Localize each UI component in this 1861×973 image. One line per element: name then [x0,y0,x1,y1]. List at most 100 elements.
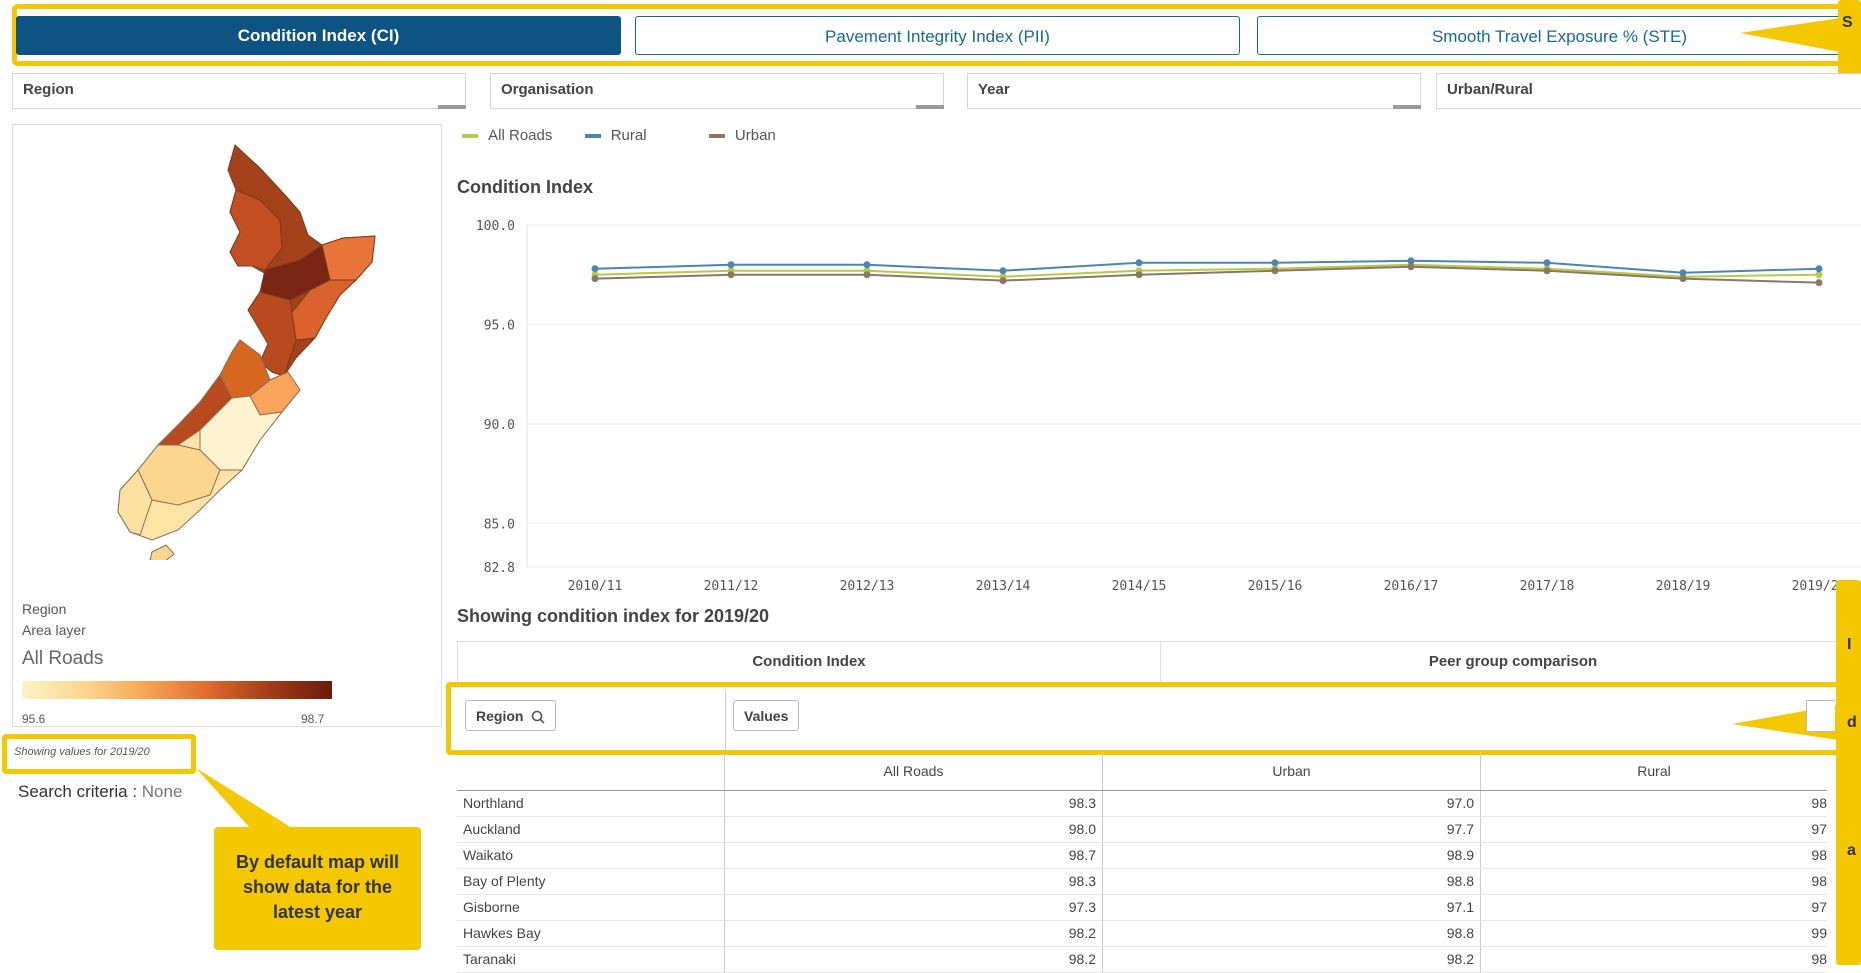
map-region-stewart-island[interactable] [149,544,175,560]
y-tick-label: 85.0 [484,517,515,532]
region-button-label: Region [476,708,524,724]
table-cell-all: 98.2 [724,946,1103,973]
table-cell-rural: 98 [1480,790,1827,817]
x-tick-label: 2011/12 [704,579,759,594]
values-button[interactable]: Values [733,700,800,731]
organisation-filter[interactable]: Organisation [490,73,944,109]
region-filter-label: Region [23,81,74,98]
legend-all-roads: All Roads [488,127,553,144]
subtab-condition-index[interactable]: Condition Index [457,641,1161,683]
table-cell-all: 98.7 [724,842,1103,869]
data-point [1407,257,1415,265]
x-tick-label: 2015/16 [1248,579,1303,594]
legend-subtitle: Area layer [22,622,86,638]
tab-condition-index[interactable]: Condition Index (CI) [16,16,621,55]
table-row[interactable]: Gisborne 97.3 97.1 97 [457,894,1827,921]
table-cell-all: 97.3 [724,894,1103,921]
table-cell-all: 98.2 [724,920,1103,947]
data-point [1135,271,1143,279]
table-cell-region: Waikato [457,842,725,869]
callout-map-default: By default map will show data for the la… [214,827,421,950]
data-point [863,271,871,279]
y-tick-label: 100.0 [476,219,515,234]
table-row[interactable]: Taranaki 98.2 98.2 98 [457,946,1827,973]
chart-title: Condition Index [457,177,593,197]
chart-legend: All Roads Rural Urban [462,127,776,144]
table-controls-highlight [446,682,1861,755]
legend-swatch-rural [584,134,601,139]
table-row[interactable]: Hawkes Bay 98.2 98.8 99 [457,920,1827,947]
table-options-button[interactable] [1806,700,1835,732]
table-cell-urban: 98.9 [1102,842,1481,869]
table-cell-rural: 98 [1480,842,1827,869]
table-cell-urban: 98.2 [1102,946,1481,973]
table-row[interactable]: Bay of Plenty 98.3 98.8 98 [457,868,1827,895]
region-filter[interactable]: Region [12,73,466,109]
table-cell-urban: 97.1 [1102,894,1481,921]
y-tick-label: 82.8 [484,561,515,576]
legend-color-scale [22,681,332,699]
y-tick-label: 95.0 [484,318,515,333]
table-row[interactable]: Waikato 98.7 98.9 98 [457,842,1827,869]
column-header-all-roads[interactable]: All Roads [724,752,1103,791]
data-point [591,275,599,283]
table-row[interactable]: Auckland 98.0 97.7 97 [457,816,1827,843]
y-tick-label: 90.0 [484,418,515,433]
data-point [1679,269,1687,277]
year-filter[interactable]: Year [967,73,1421,109]
table-row[interactable]: Northland 98.3 97.0 98 [457,790,1827,817]
x-tick-label: 2014/15 [1112,579,1167,594]
data-point [1271,267,1279,275]
condition-index-chart: 100.0 95.0 90.0 85.0 82.8 2010/11 2011/12 2012/… [476,219,1861,594]
search-criteria-label: Search criteria : [18,782,142,801]
table-cell-urban: 98.8 [1102,920,1481,947]
callout-text-top-right: S [1842,14,1853,31]
x-tick-label: 2016/17 [1384,579,1439,594]
data-point [1543,267,1551,275]
region-values-table: All Roads Urban Rural Northland 98.3 97.0 9… [457,752,1827,973]
urban-rural-filter-label: Urban/Rural [1447,81,1533,98]
legend-swatch-urban [708,134,725,139]
column-header-rural[interactable]: Rural [1480,752,1827,791]
table-cell-rural: 97 [1480,816,1827,843]
nz-region-map[interactable] [60,140,400,560]
table-cell-region: Northland [457,790,725,817]
showing-values-note: Showing values for 2019/20 [14,746,150,758]
callout-letter-2: d [1847,714,1857,731]
column-header-urban[interactable]: Urban [1102,752,1481,791]
table-cell-rural: 98 [1480,946,1827,973]
table-cell-urban: 97.7 [1102,816,1481,843]
data-point [999,267,1007,275]
legend-urban: Urban [734,127,776,144]
table-cell-region: Auckland [457,816,725,843]
x-tick-label: 2017/18 [1520,579,1575,594]
data-point [1815,279,1823,287]
data-point [1407,263,1415,271]
x-tick-label: 2018/19 [1656,579,1711,594]
data-point [591,265,599,273]
table-cell-region: Bay of Plenty [457,868,725,895]
table-cell-all: 98.3 [724,868,1103,895]
data-point [727,261,735,269]
search-criteria-value: None [141,782,183,801]
table-header-empty [457,752,725,791]
callout-letter-3: a [1847,842,1856,859]
legend-series-label: All Roads [22,648,104,669]
legend-title: Region [22,601,67,617]
year-filter-label: Year [978,81,1010,98]
data-point [1815,271,1823,279]
table-cell-rural: 99 [1480,920,1827,947]
data-point [1679,275,1687,283]
organisation-filter-label: Organisation [501,81,594,98]
x-tick-label: 2013/14 [976,579,1031,594]
table-cell-all: 98.0 [724,816,1103,843]
x-tick-label: 2010/11 [568,579,623,594]
x-tick-label: 2012/13 [840,579,895,594]
table-cell-all: 98.3 [724,790,1103,817]
region-dimension-button[interactable]: Region [465,700,557,731]
search-criteria: Search criteria : None [18,782,182,802]
tab-pavement-integrity-index[interactable]: Pavement Integrity Index (PII) [635,16,1240,55]
table-cell-urban: 98.8 [1102,868,1481,895]
urban-rural-filter[interactable]: Urban/Rural [1436,73,1861,109]
table-heading: Showing condition index for 2019/20 [457,606,770,626]
